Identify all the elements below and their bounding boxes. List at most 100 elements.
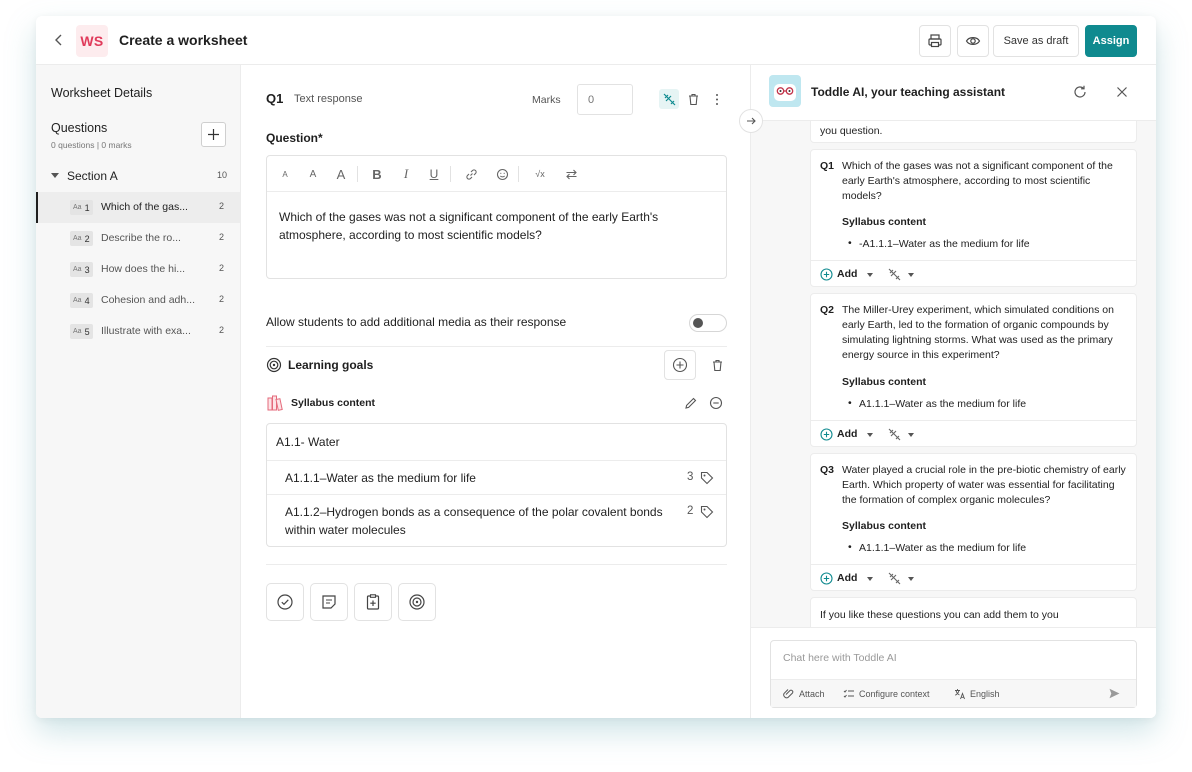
worksheet-badge: WS <box>76 25 108 57</box>
add-note-button[interactable] <box>310 583 348 621</box>
unlink-icon[interactable] <box>888 268 901 281</box>
question-text[interactable]: Which of the gases was not a significant… <box>279 208 669 244</box>
send-icon[interactable] <box>1108 687 1121 700</box>
ai-message-text: you question. <box>820 125 883 137</box>
equation-icon[interactable]: √x <box>532 166 548 182</box>
add-question-to-worksheet[interactable]: Add <box>837 268 857 280</box>
question-preview: Which of the gas... <box>101 201 188 213</box>
marks-input[interactable] <box>577 84 633 115</box>
sidebar-question-1[interactable]: Aa 1 Which of the gas... 2 <box>36 192 240 223</box>
syllabus-item[interactable]: A1.1.1–Water as the medium for life 3 <box>267 461 726 495</box>
attach-button[interactable]: Attach <box>783 688 825 700</box>
question-marks: 2 <box>218 232 224 242</box>
card-actions: Add <box>811 564 1136 592</box>
syllabus-item-count: 2 <box>687 505 694 517</box>
chat-input-box[interactable]: Chat here with Toddle AI Attach Configur… <box>770 640 1137 708</box>
assign-button[interactable]: Assign <box>1085 25 1137 57</box>
print-button[interactable] <box>919 25 951 57</box>
allow-media-label: Allow students to add additional media a… <box>266 315 567 329</box>
plus-circle-icon[interactable] <box>820 572 833 585</box>
paperclip-icon <box>783 689 794 699</box>
unlink-icon[interactable] <box>888 572 901 585</box>
text-response-icon: Aa 4 <box>70 293 93 308</box>
preview-button[interactable] <box>957 25 989 57</box>
collapse-panel-button[interactable] <box>739 109 763 133</box>
learning-goals-title: Learning goals <box>288 358 374 372</box>
unlink-syllabus-icon[interactable] <box>659 89 679 109</box>
caret-down-icon[interactable] <box>867 433 873 437</box>
section-count: 10 <box>216 170 227 180</box>
question-type: Text response <box>294 93 363 105</box>
minus-circle-icon[interactable] <box>709 396 723 410</box>
emoji-icon[interactable] <box>494 166 510 182</box>
syllabus-item-text: A1.1.2–Hydrogen bonds as a consequence o… <box>285 505 663 537</box>
configure-context-button[interactable]: Configure context <box>843 688 930 700</box>
delete-learning-goals-icon[interactable] <box>709 357 725 373</box>
chat-input[interactable]: Chat here with Toddle AI <box>783 652 897 664</box>
section-toggle[interactable]: Section A 10 <box>51 169 227 185</box>
target-icon <box>266 357 282 373</box>
more-vertical-icon[interactable] <box>709 91 725 107</box>
link-icon[interactable] <box>463 166 479 182</box>
add-answer-key-button[interactable] <box>266 583 304 621</box>
syllabus-item-count: 3 <box>687 471 694 483</box>
italic-icon[interactable]: I <box>398 166 414 182</box>
card-syllabus-label: Syllabus content <box>842 520 927 532</box>
caret-down-icon[interactable] <box>908 433 914 437</box>
font-size-large-icon[interactable]: A <box>333 166 349 182</box>
target-icon <box>409 594 425 610</box>
trash-icon[interactable] <box>685 91 701 107</box>
card-question-number: Q1 <box>820 160 835 172</box>
question-preview: How does the hi... <box>101 263 186 275</box>
sidebar-question-2[interactable]: Aa 2 Describe the ro... 2 <box>36 223 240 254</box>
syllabus-item[interactable]: A1.1.2–Hydrogen bonds as a consequence o… <box>267 495 726 547</box>
add-rubric-button[interactable] <box>354 583 392 621</box>
sidebar-question-4[interactable]: Aa 4 Cohesion and adh... 2 <box>36 285 240 316</box>
caret-down-icon[interactable] <box>908 273 914 277</box>
allow-media-toggle[interactable] <box>689 314 727 332</box>
language-button[interactable]: English <box>954 688 1000 700</box>
caret-down-icon[interactable] <box>908 577 914 581</box>
add-goal-button[interactable] <box>398 583 436 621</box>
ai-panel-title: Toddle AI, your teaching assistant <box>811 85 1006 99</box>
add-question-to-worksheet[interactable]: Add <box>837 428 857 440</box>
font-size-small-icon[interactable]: A <box>277 166 293 182</box>
card-actions: Add <box>811 420 1136 448</box>
card-question-text: Which of the gases was not a significant… <box>842 160 1113 202</box>
pencil-icon[interactable] <box>684 396 698 410</box>
back-arrow-icon[interactable] <box>50 31 68 49</box>
syllabus-heading: A1.1- Water <box>276 435 340 449</box>
divider <box>266 346 727 347</box>
chat-input-area: Chat here with Toddle AI Attach Configur… <box>751 627 1156 718</box>
underline-icon[interactable]: U <box>426 166 442 182</box>
card-actions: Add <box>811 260 1136 288</box>
card-question-number: Q3 <box>820 464 835 476</box>
unlink-icon[interactable] <box>888 428 901 441</box>
save-draft-button[interactable]: Save as draft <box>993 25 1079 57</box>
checklist-icon <box>843 689 854 698</box>
syllabus-book-icon <box>266 394 284 412</box>
font-size-medium-icon[interactable]: A <box>305 166 321 182</box>
close-icon[interactable] <box>1114 84 1130 100</box>
chat-messages[interactable]: you question. Q1 Which of the gases was … <box>751 121 1156 627</box>
plus-circle-icon[interactable] <box>820 268 833 281</box>
question-field-label: Question* <box>266 131 323 145</box>
card-question-text: Water played a crucial role in the pre-b… <box>842 464 1126 506</box>
caret-down-icon[interactable] <box>867 577 873 581</box>
worksheet-details-link[interactable]: Worksheet Details <box>51 86 152 100</box>
sidebar-question-5[interactable]: Aa 5 Illustrate with exa... 2 <box>36 316 240 347</box>
question-marks: 2 <box>218 263 224 273</box>
add-learning-goal-button[interactable] <box>664 350 696 380</box>
syllabus-heading-row: A1.1- Water <box>267 424 726 461</box>
add-question-to-worksheet[interactable]: Add <box>837 572 857 584</box>
question-rich-text-editor[interactable]: A A A B I U √x Which of the gases was no… <box>266 155 727 279</box>
ai-avatar <box>769 75 801 107</box>
refresh-icon[interactable] <box>1072 84 1088 100</box>
plus-circle-icon[interactable] <box>820 428 833 441</box>
bold-icon[interactable]: B <box>369 166 385 182</box>
caret-down-icon[interactable] <box>867 273 873 277</box>
add-question-button[interactable] <box>201 122 226 147</box>
sidebar-question-3[interactable]: Aa 3 How does the hi... 2 <box>36 254 240 285</box>
swap-icon[interactable] <box>563 166 579 182</box>
sidebar: Worksheet Details Questions 0 questions … <box>36 65 241 718</box>
